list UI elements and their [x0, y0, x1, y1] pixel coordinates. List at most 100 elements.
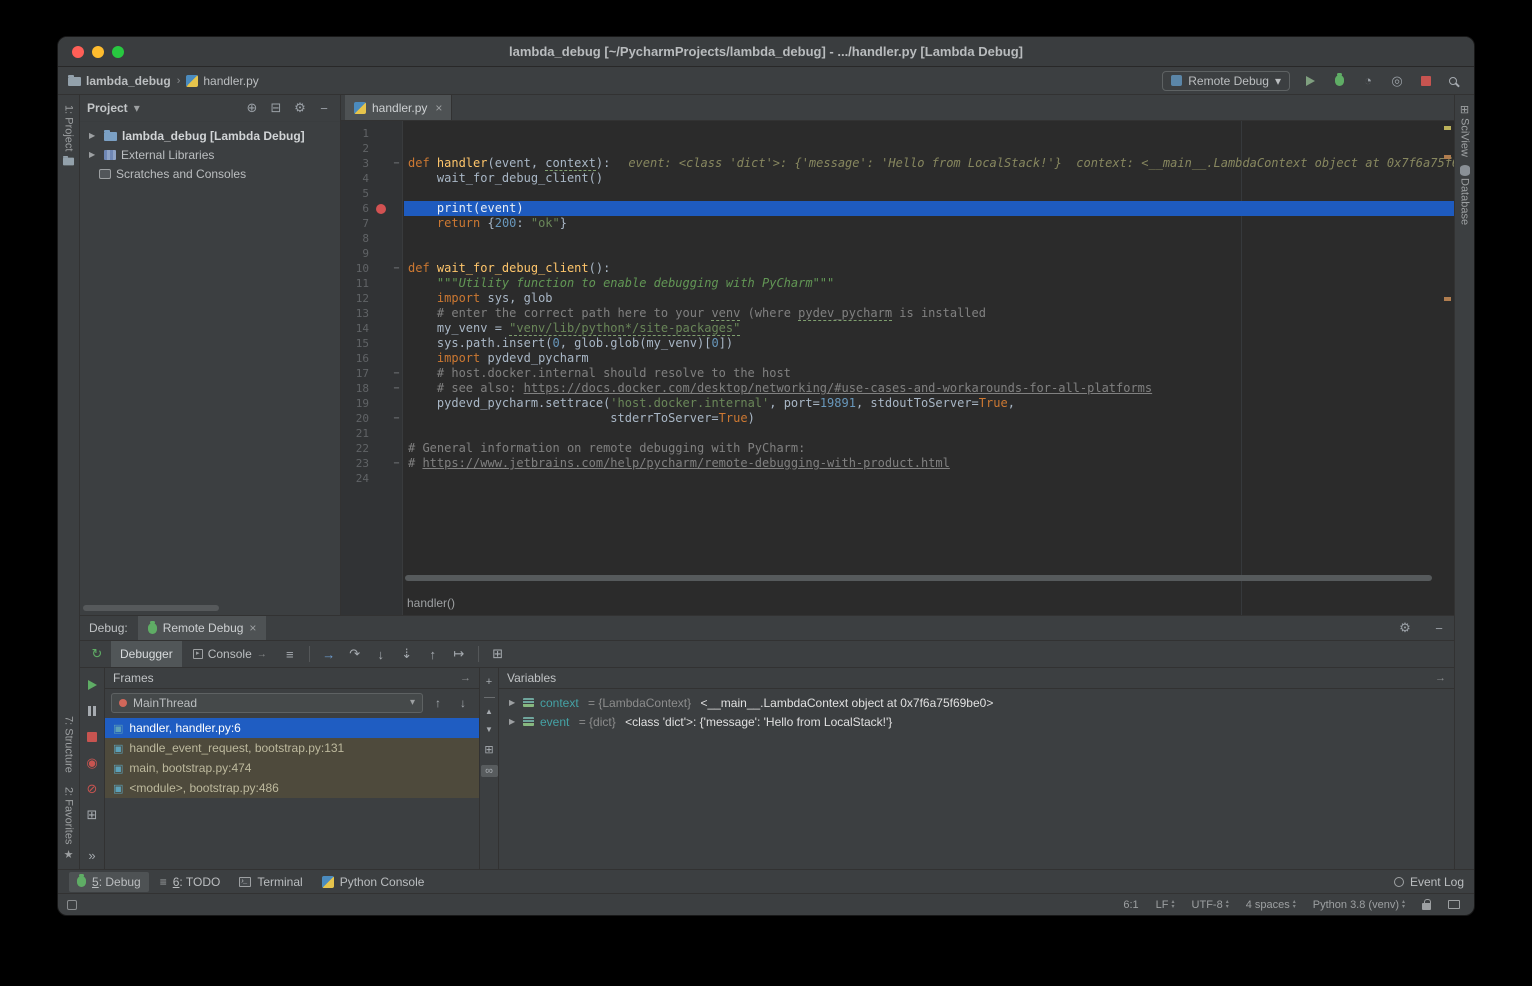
line-number[interactable]: 22	[341, 441, 373, 456]
layout-menu-button[interactable]: ≡	[278, 643, 302, 665]
line-number[interactable]: 17	[341, 366, 373, 381]
code-text[interactable]: # General information on remote debuggin…	[404, 441, 1454, 456]
code-line[interactable]: 15 sys.path.insert(0, glob.glob(my_venv)…	[341, 336, 1454, 351]
line-number[interactable]: 3	[341, 156, 373, 171]
code-line[interactable]: 11 """Utility function to enable debuggi…	[341, 276, 1454, 291]
fold-marker-icon[interactable]: −	[389, 456, 404, 471]
code-text[interactable]: return {200: "ok"}	[404, 216, 1454, 231]
rerun-button[interactable]: ↻	[85, 643, 109, 665]
line-number[interactable]: 14	[341, 321, 373, 336]
tool-button-todo[interactable]: ≡ 6: TODO	[152, 872, 229, 892]
code-text[interactable]: print(event)	[404, 201, 1454, 216]
thread-dropdown[interactable]: MainThread ▾	[111, 693, 423, 713]
locate-file-button[interactable]: ⊕	[243, 99, 261, 117]
line-number[interactable]: 2	[341, 141, 373, 156]
tool-button-python-console[interactable]: Python Console	[314, 872, 433, 892]
fold-marker-icon[interactable]: −	[389, 366, 404, 381]
tool-button-debug[interactable]: 5: Debug	[69, 872, 149, 892]
pin-icon[interactable]: →	[460, 672, 471, 684]
code-text[interactable]: stderrToServer=True)	[404, 411, 1454, 426]
line-number[interactable]: 24	[341, 471, 373, 486]
code-line[interactable]: 16 import pydevd_pycharm	[341, 351, 1454, 366]
code-line[interactable]: 12 import sys, glob	[341, 291, 1454, 306]
code-line[interactable]: 23 −# https://www.jetbrains.com/help/pych…	[341, 456, 1454, 471]
project-panel-title[interactable]: Project	[87, 101, 128, 115]
tool-button-database[interactable]: Database	[1459, 178, 1471, 229]
frame-row[interactable]: ▣handle_event_request, bootstrap.py:131	[105, 738, 479, 758]
code-line[interactable]: 13 # enter the correct path here to your…	[341, 306, 1454, 321]
line-number[interactable]: 10	[341, 261, 373, 276]
fold-marker-icon[interactable]: −	[389, 381, 404, 396]
code-text[interactable]: import sys, glob	[404, 291, 1454, 306]
pin-icon[interactable]: →	[1435, 672, 1446, 684]
coverage-button[interactable]: ◎	[1388, 72, 1406, 90]
status-encoding[interactable]: UTF-8	[1192, 899, 1229, 911]
chevron-down-icon[interactable]: ▾	[134, 101, 140, 115]
close-window-button[interactable]	[72, 46, 84, 58]
editor[interactable]: 123−def handler(event, context):event: <…	[341, 121, 1454, 615]
frame-row[interactable]: ▣<module>, bootstrap.py:486	[105, 778, 479, 798]
breadcrumb-project[interactable]: lambda_debug	[68, 74, 171, 88]
show-execution-point-button[interactable]: →	[317, 643, 341, 665]
code-line[interactable]: 7 return {200: "ok"}	[341, 216, 1454, 231]
line-number[interactable]: 21	[341, 426, 373, 441]
stripe-mark[interactable]	[1444, 155, 1451, 159]
debug-session-tab[interactable]: Remote Debug ×	[138, 616, 267, 640]
tab-debugger[interactable]: Debugger	[111, 641, 182, 667]
project-stripe-icon[interactable]	[63, 158, 74, 166]
line-number[interactable]: 13	[341, 306, 373, 321]
line-number[interactable]: 12	[341, 291, 373, 306]
editor-tab-handler[interactable]: handler.py ×	[345, 95, 452, 120]
code-line[interactable]: 4 wait_for_debug_client()	[341, 171, 1454, 186]
database-icon[interactable]	[1460, 165, 1470, 176]
view-options-button[interactable]: ⊞	[484, 743, 493, 756]
line-number[interactable]: 15	[341, 336, 373, 351]
previous-frame-button[interactable]: ↑	[428, 696, 448, 710]
stop-button[interactable]	[80, 729, 104, 745]
code-text[interactable]: # https://www.jetbrains.com/help/pycharm…	[404, 456, 1454, 471]
hide-panel-button[interactable]: −	[315, 99, 333, 117]
navigate-down-button[interactable]: ▼	[485, 725, 493, 734]
code-text[interactable]: pydevd_pycharm.settrace('host.docker.int…	[404, 396, 1454, 411]
debug-button[interactable]	[1330, 72, 1348, 90]
code-line[interactable]: 1	[341, 126, 1454, 141]
line-number[interactable]: 18	[341, 381, 373, 396]
add-watch-button[interactable]: +	[486, 676, 492, 688]
code-line[interactable]: 19 pydevd_pycharm.settrace('host.docker.…	[341, 396, 1454, 411]
scrollbar-thumb[interactable]	[405, 575, 1432, 581]
stripe-mark[interactable]	[1444, 297, 1451, 301]
step-out-button[interactable]: ↑	[421, 643, 445, 665]
close-tab-icon[interactable]: ×	[435, 101, 442, 115]
stop-button[interactable]	[1417, 72, 1435, 90]
fold-marker-icon[interactable]: −	[389, 156, 404, 171]
code-line[interactable]: 5	[341, 186, 1454, 201]
code-text[interactable]: """Utility function to enable debugging …	[404, 276, 1454, 291]
code-text[interactable]: # see also: https://docs.docker.com/desk…	[404, 381, 1454, 396]
restore-layout-button[interactable]: ⊞	[80, 807, 104, 823]
line-number[interactable]: 9	[341, 246, 373, 261]
frame-row[interactable]: ▣main, bootstrap.py:474	[105, 758, 479, 778]
frame-row[interactable]: ▣handler, handler.py:6	[105, 718, 479, 738]
variable-row[interactable]: ▶event = {dict} <class 'dict'>: {'messag…	[499, 712, 1454, 731]
code-line[interactable]: 6 print(event)	[341, 201, 1454, 216]
profiler-button[interactable]: ◔	[1359, 72, 1377, 90]
tab-console[interactable]: ▸ Console →	[184, 641, 276, 667]
fold-marker-icon[interactable]: −	[389, 261, 404, 276]
stripe-mark[interactable]	[1444, 126, 1451, 130]
editor-breadcrumb-item[interactable]: handler()	[407, 596, 455, 610]
status-lock[interactable]	[1422, 900, 1431, 910]
line-number[interactable]: 23	[341, 456, 373, 471]
next-frame-button[interactable]: ↓	[453, 696, 473, 710]
search-everywhere-button[interactable]	[1446, 72, 1464, 90]
code-line[interactable]: 17− # host.docker.internal should resolv…	[341, 366, 1454, 381]
code-line[interactable]: 22 # General information on remote debugg…	[341, 441, 1454, 456]
code-line[interactable]: 10−def wait_for_debug_client():	[341, 261, 1454, 276]
code-text[interactable]: my_venv = "venv/lib/python*/site-package…	[404, 321, 1454, 336]
tree-item-project-root[interactable]: ▶ lambda_debug [Lambda Debug]	[80, 126, 340, 145]
tree-item-external-libraries[interactable]: ▶ External Libraries	[80, 145, 340, 164]
line-number[interactable]: 1	[341, 126, 373, 141]
toolwindow-toggle-icon[interactable]	[67, 900, 77, 910]
run-to-cursor-button[interactable]: ↦	[447, 643, 471, 665]
expand-arrow-icon[interactable]: ▶	[509, 717, 517, 726]
navigate-up-button[interactable]: ▲	[485, 707, 493, 716]
